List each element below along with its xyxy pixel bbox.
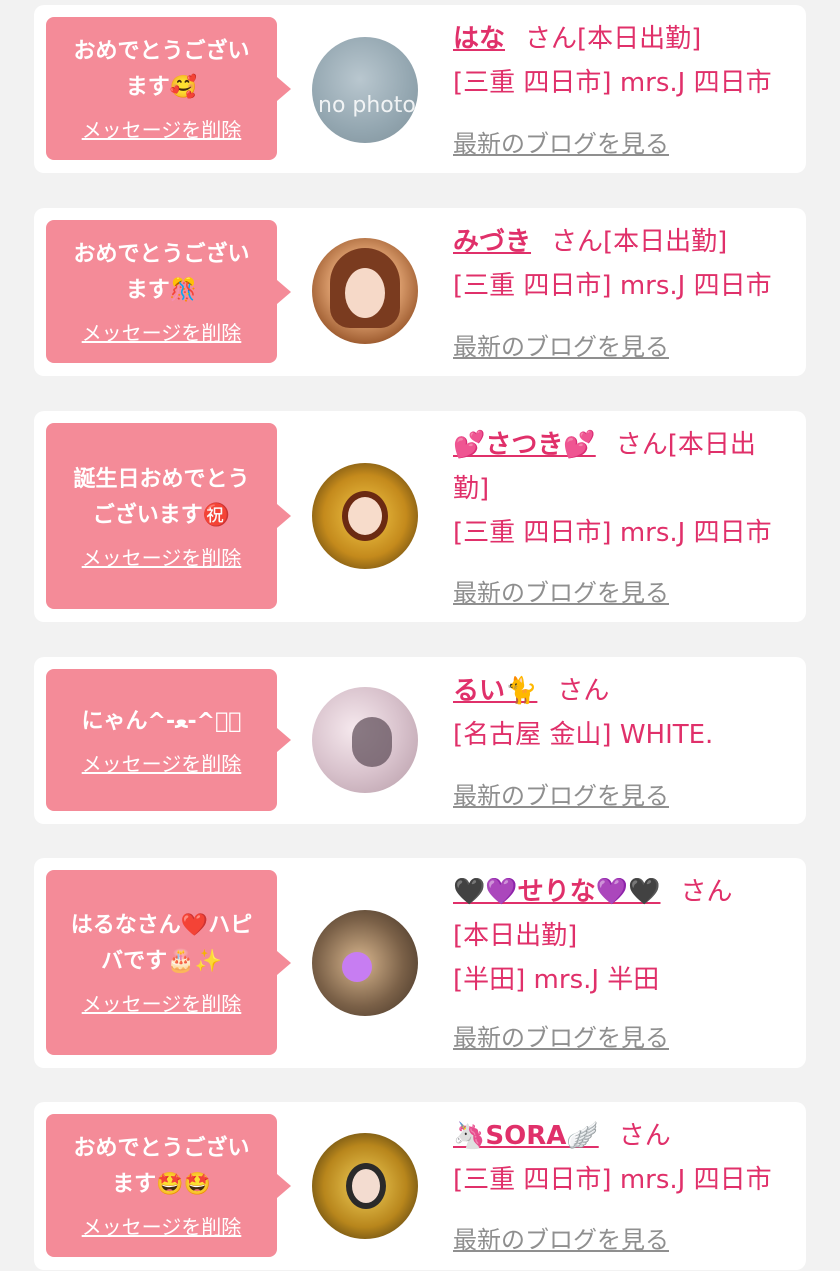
message-card: にゃん^-ﻌ-^ฅ゙ メッセージを削除 るい🐈 さん [名古屋 金山] WHITE… [34,657,806,824]
message-card: おめでとうござい ます🤩🤩 メッセージを削除 🦄SORA🪽 さん [三重 四日市]… [34,1102,806,1270]
san-label: さん [525,24,578,54]
delete-message-link[interactable]: メッセージを削除 [82,317,242,346]
message-line: 誕生日おめでとう [73,466,250,492]
delete-message-link[interactable]: メッセージを削除 [82,748,242,777]
cast-info: みづき さん[本日出勤] [三重 四日市] mrs.J 四日市 [453,220,793,308]
status-text: [本日出勤] [603,227,728,257]
status-text: [本日出勤] [577,24,702,54]
delete-message-link[interactable]: メッセージを削除 [82,542,242,571]
message-text: おめでとうござい ます🥰 [73,34,249,106]
message-text: おめでとうござい ます🤩🤩 [73,1131,249,1203]
message-line: おめでとうござい [73,242,250,267]
message-bubble: おめでとうござい ます🤩🤩 メッセージを削除 [46,1114,291,1257]
cast-info: 🖤💜せりな💜🖤 さん [本日出勤] [半田] mrs.J 半田 [453,870,793,1002]
san-label: さん [618,1121,671,1151]
profile-avatar[interactable] [312,463,418,569]
san-label: さん [615,430,668,460]
cast-name-link[interactable]: はな [453,24,505,54]
status-text: [本日出 [667,430,756,460]
message-text: はるなさん❤️ハピ バです🎂✨ [71,908,252,980]
shop-text: [本日出勤] [453,921,578,951]
profile-avatar[interactable] [312,687,418,793]
message-line: ます🥰 [125,75,198,100]
message-line: ます🎊 [125,278,198,303]
cast-name-link[interactable]: みづき [453,227,531,257]
message-bubble: はるなさん❤️ハピ バです🎂✨ メッセージを削除 [46,870,291,1055]
message-bubble: 誕生日おめでとう ございます㊗️ メッセージを削除 [46,423,291,609]
cast-info: 🦄SORA🪽 さん [三重 四日市] mrs.J 四日市 [453,1114,793,1202]
san-label: さん [557,676,610,706]
delete-message-link[interactable]: メッセージを削除 [82,988,242,1017]
shop-text: [半田] mrs.J 半田 [453,965,660,995]
shop-text: 勤] [453,474,490,504]
latest-blog-link[interactable]: 最新のブログを見る [453,776,669,811]
latest-blog-link[interactable]: 最新のブログを見る [453,124,669,159]
shop-text: [三重 四日市] mrs.J 四日市 [453,1165,772,1195]
shop-text: [三重 四日市] mrs.J 四日市 [453,518,772,548]
message-line: おめでとうござい [73,1136,250,1161]
latest-blog-link[interactable]: 最新のブログを見る [453,327,669,362]
message-bubble: にゃん^-ﻌ-^ฅ゙ メッセージを削除 [46,669,291,811]
profile-avatar[interactable] [312,238,418,344]
cast-name-link[interactable]: るい🐈 [453,676,537,706]
message-card: おめでとうござい ます🥰 メッセージを削除 no photo はな さん[本日出勤… [34,5,806,173]
delete-message-link[interactable]: メッセージを削除 [82,114,242,143]
cast-info: 💕さつき💕 さん[本日出 勤] [三重 四日市] mrs.J 四日市 [453,423,793,555]
no-photo-text: no photo [318,93,416,118]
latest-blog-link[interactable]: 最新のブログを見る [453,1220,669,1255]
san-label: さん [680,877,733,907]
shop-text: [名古屋 金山] WHITE. [453,720,714,750]
cast-name-link[interactable]: 💕さつき💕 [453,430,596,460]
message-line: はるなさん❤️ハピ [70,913,253,938]
message-bubble: おめでとうござい ます🥰 メッセージを削除 [46,17,291,160]
cast-info: るい🐈 さん [名古屋 金山] WHITE. [453,669,793,757]
cast-name-link[interactable]: 🖤💜せりな💜🖤 [453,877,661,907]
message-line: にゃん^-ﻌ-^ฅ゙ [81,708,242,734]
message-card: はるなさん❤️ハピ バです🎂✨ メッセージを削除 🖤💜せりな💜🖤 さん [本日出勤… [34,858,806,1068]
message-line: バです🎂✨ [101,949,222,974]
message-text: 誕生日おめでとう ございます㊗️ [73,462,249,534]
message-card: 誕生日おめでとう ございます㊗️ メッセージを削除 💕さつき💕 さん[本日出 勤]… [34,411,806,622]
cast-name-link[interactable]: 🦄SORA🪽 [453,1121,599,1151]
message-line: ます🤩🤩 [112,1172,211,1197]
profile-avatar[interactable] [312,910,418,1016]
latest-blog-link[interactable]: 最新のブログを見る [453,1018,669,1053]
shop-text: [三重 四日市] mrs.J 四日市 [453,68,772,98]
latest-blog-link[interactable]: 最新のブログを見る [453,573,669,608]
shop-text: [三重 四日市] mrs.J 四日市 [453,271,772,301]
message-line: おめでとうござい [73,39,250,64]
message-text: にゃん^-ﻌ-^ฅ゙ [82,704,242,740]
no-photo-avatar[interactable]: no photo [312,37,418,143]
san-label: さん [551,227,604,257]
message-list: おめでとうござい ます🥰 メッセージを削除 no photo はな さん[本日出勤… [0,0,840,1271]
message-text: おめでとうござい ます🎊 [73,237,249,309]
message-bubble: おめでとうござい ます🎊 メッセージを削除 [46,220,291,363]
profile-avatar[interactable] [312,1133,418,1239]
delete-message-link[interactable]: メッセージを削除 [82,1211,242,1240]
cast-info: はな さん[本日出勤] [三重 四日市] mrs.J 四日市 [453,17,793,105]
message-card: おめでとうござい ます🎊 メッセージを削除 みづき さん[本日出勤] [三重 四日… [34,208,806,376]
message-line: ございます㊗️ [92,502,231,528]
